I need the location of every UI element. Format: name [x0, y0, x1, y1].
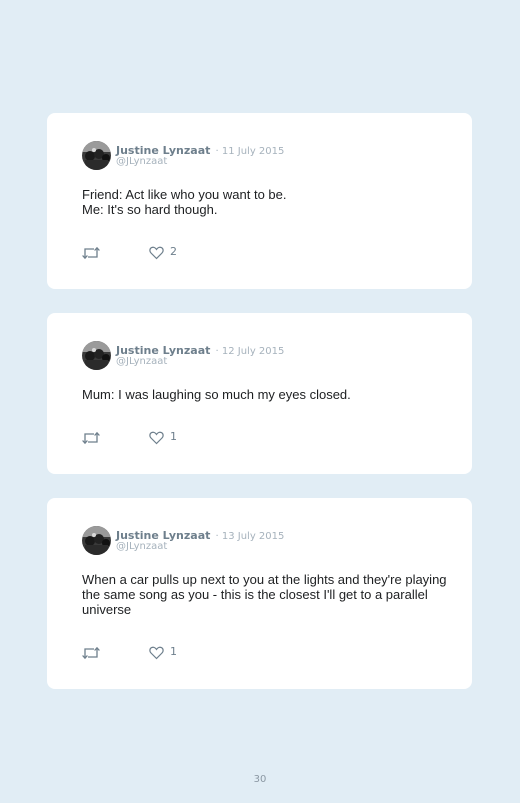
tweet-text: When a car pulls up next to you at the l… — [82, 572, 447, 617]
tweet-actions: 1 — [82, 644, 177, 660]
tweet-actions: 2 — [82, 244, 177, 260]
heart-icon[interactable] — [149, 245, 164, 260]
like-count: 1 — [170, 645, 177, 658]
retweet-icon[interactable] — [82, 430, 100, 445]
like-button[interactable]: 1 — [149, 645, 177, 660]
avatar[interactable] — [82, 141, 111, 170]
tweet-text: Mum: I was laughing so much my eyes clos… — [82, 387, 351, 402]
author-handle[interactable]: @JLynzaat — [116, 355, 167, 368]
avatar[interactable] — [82, 341, 111, 370]
like-count: 2 — [170, 245, 177, 258]
heart-icon[interactable] — [149, 645, 164, 660]
heart-icon[interactable] — [149, 430, 164, 445]
tweet-card: Justine Lynzaat · 11 July 2015 @JLynzaat… — [47, 113, 472, 289]
tweet-actions: 1 — [82, 429, 177, 445]
tweet-card: Justine Lynzaat · 12 July 2015 @JLynzaat… — [47, 313, 472, 474]
tweet-date: · 11 July 2015 — [215, 146, 285, 157]
tweet-date: · 13 July 2015 — [215, 531, 285, 542]
author-handle[interactable]: @JLynzaat — [116, 155, 167, 168]
retweet-icon[interactable] — [82, 645, 100, 660]
page-number: 30 — [253, 774, 267, 785]
like-count: 1 — [170, 430, 177, 443]
tweet-card: Justine Lynzaat · 13 July 2015 @JLynzaat… — [47, 498, 472, 689]
tweet-text: Friend: Act like who you want to be. Me:… — [82, 187, 287, 217]
retweet-icon[interactable] — [82, 245, 100, 260]
author-handle[interactable]: @JLynzaat — [116, 540, 167, 553]
like-button[interactable]: 1 — [149, 430, 177, 445]
like-button[interactable]: 2 — [149, 245, 177, 260]
tweet-date: · 12 July 2015 — [215, 346, 285, 357]
avatar[interactable] — [82, 526, 111, 555]
